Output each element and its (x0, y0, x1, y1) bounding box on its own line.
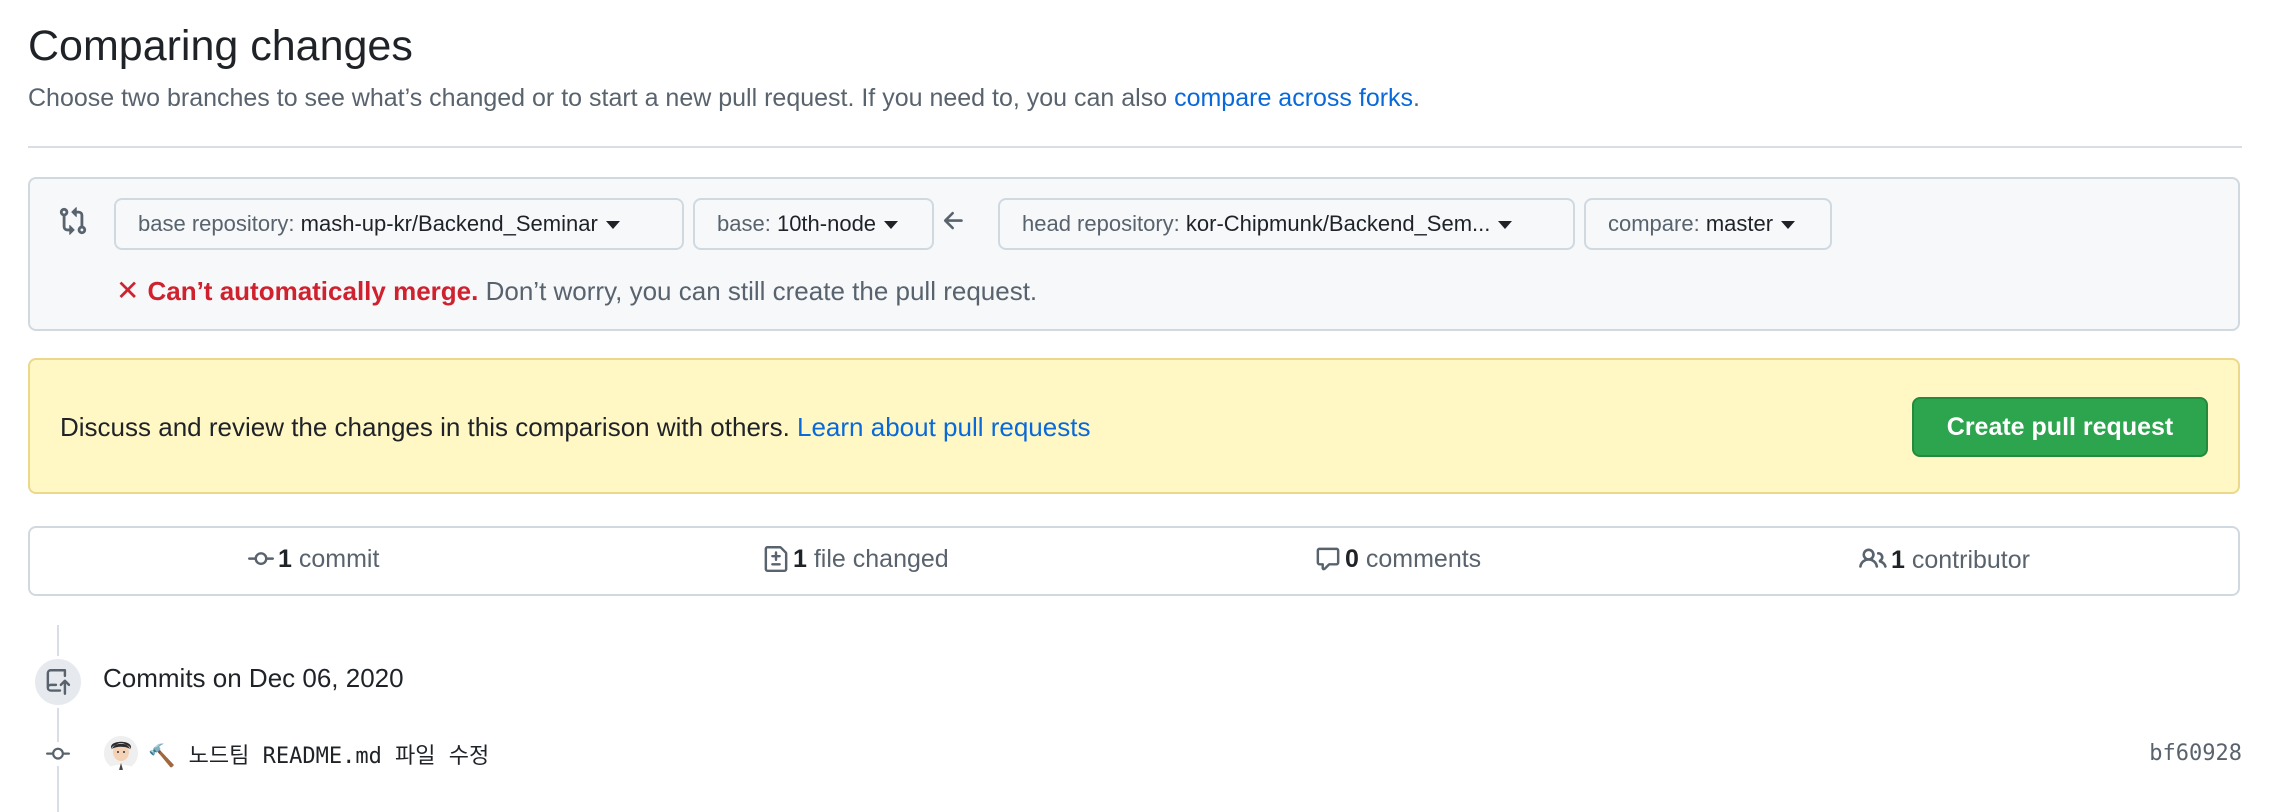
overall-summary: 1 commit 1 file changed 0 comments 1 con… (28, 526, 2240, 596)
base-repository-select[interactable]: base repository: mash-up-kr/Backend_Semi… (114, 198, 684, 250)
divider (28, 146, 2242, 148)
chevron-down-icon (1781, 221, 1796, 230)
comments-count: 0 (1345, 545, 1359, 573)
user-avatar[interactable] (104, 736, 138, 770)
subtitle-text: Choose two branches to see what’s change… (28, 84, 1175, 112)
create-pull-request-button[interactable]: Create pull request (1912, 397, 2208, 457)
commit-message[interactable]: 🔨 노드팀 README.md 파일 수정 (148, 738, 489, 770)
files-label: file changed (813, 545, 949, 573)
commit-node (44, 742, 72, 766)
base-repository-value: mash-up-kr/Backend_Seminar (300, 211, 598, 236)
repo-push-icon (46, 669, 71, 695)
file-diff-icon (764, 546, 788, 572)
merge-note: Don’t worry, you can still create the pu… (485, 276, 1038, 306)
commits-count: 1 (278, 545, 292, 573)
stat-comments[interactable]: 0 comments (1315, 545, 1481, 574)
comments-label: comments (1365, 545, 1482, 573)
arrow-left-icon (943, 211, 963, 230)
head-repository-label: head repository: (1022, 211, 1180, 236)
contributors-label: contributor (1911, 546, 2030, 574)
learn-about-pull-requests-link[interactable]: Learn about pull requests (797, 412, 1090, 442)
range-editor: base repository: mash-up-kr/Backend_Semi… (28, 177, 2240, 331)
flash-message: Discuss and review the changes in this c… (60, 412, 1090, 443)
files-count: 1 (793, 545, 807, 573)
avatar-image (104, 736, 138, 770)
git-commit-icon (248, 552, 274, 566)
compare-branch-value: master (1705, 211, 1774, 236)
head-repository-value: kor-Chipmunk/Backend_Sem... (1185, 211, 1491, 236)
base-branch-value: 10th-node (776, 211, 877, 236)
commits-date-heading: Commits on Dec 06, 2020 (103, 663, 404, 693)
stat-contributors[interactable]: 1 contributor (1859, 545, 2030, 575)
commit-sha[interactable]: bf60928 (2149, 741, 2242, 766)
base-branch-label: base: (717, 211, 771, 236)
chevron-down-icon (884, 221, 899, 230)
compare-branch-label: compare: (1608, 211, 1700, 236)
merge-error: Can’t automatically merge. (147, 276, 479, 306)
flash-text: Discuss and review the changes in this c… (60, 412, 798, 442)
timeline-badge (32, 656, 84, 708)
page-title: Comparing changes (28, 22, 413, 70)
base-repository-label: base repository: (138, 211, 295, 236)
merge-status: ✕ Can’t automatically merge. Don’t worry,… (116, 274, 1037, 307)
git-compare-icon (59, 207, 87, 235)
commits-label: commit (298, 545, 380, 573)
stat-commits[interactable]: 1 commit (248, 545, 379, 574)
contributors-count: 1 (1891, 546, 1905, 574)
x-icon: ✕ (116, 275, 140, 306)
subtitle-end: . (1413, 84, 1420, 112)
page-subtitle: Choose two branches to see what’s change… (28, 84, 1420, 113)
timeline-line (57, 625, 59, 812)
stat-files-changed[interactable]: 1 file changed (763, 545, 949, 574)
compare-branch-select[interactable]: compare: master (1584, 198, 1832, 250)
git-commit-icon (46, 747, 70, 760)
people-icon (1859, 548, 1887, 568)
compare-across-forks-link[interactable]: compare across forks (1174, 84, 1413, 112)
comment-icon (1316, 547, 1340, 571)
head-repository-select[interactable]: head repository: kor-Chipmunk/Backend_Se… (998, 198, 1575, 250)
compare-flash: Discuss and review the changes in this c… (28, 358, 2240, 494)
chevron-down-icon (1498, 221, 1513, 230)
base-branch-select[interactable]: base: 10th-node (693, 198, 934, 250)
chevron-down-icon (605, 221, 620, 230)
